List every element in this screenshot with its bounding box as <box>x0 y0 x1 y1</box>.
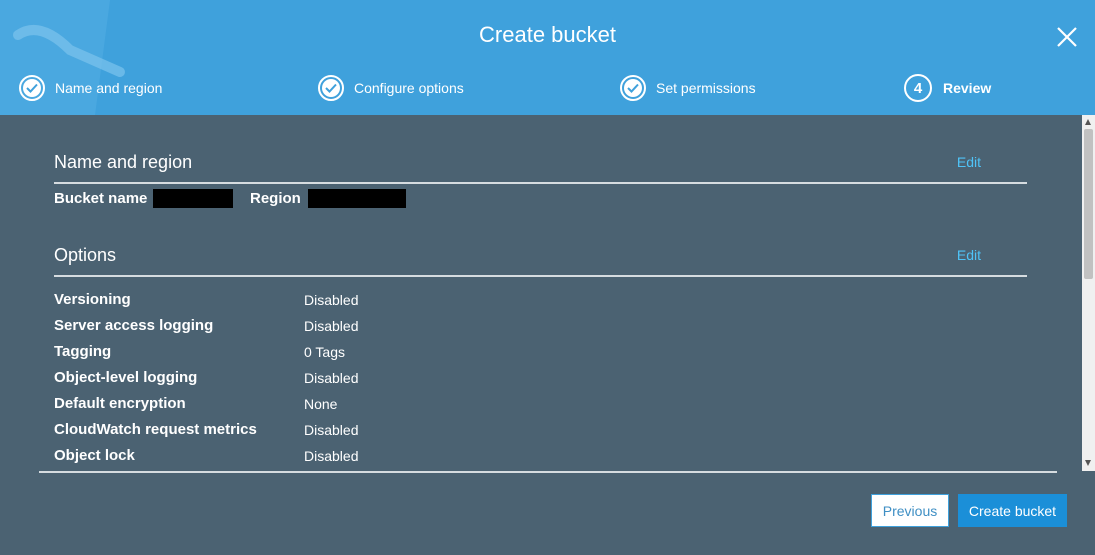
option-value: 0 Tags <box>304 344 345 360</box>
options-section-header: Options Edit <box>54 245 1027 277</box>
option-value: Disabled <box>304 448 359 464</box>
step-label: Review <box>943 80 992 96</box>
scroll-up-icon[interactable] <box>1085 119 1091 125</box>
option-value: Disabled <box>304 370 359 386</box>
check-circle-icon <box>19 75 45 101</box>
step-name-and-region[interactable]: Name and region <box>18 74 162 102</box>
scroll-thumb[interactable] <box>1084 129 1093 279</box>
option-row-cloudwatch-request-metrics: CloudWatch request metrics Disabled <box>54 421 954 441</box>
previous-button[interactable]: Previous <box>871 494 949 527</box>
option-label: Server access logging <box>54 317 214 334</box>
step-set-permissions[interactable]: Set permissions <box>619 74 756 102</box>
create-bucket-button[interactable]: Create bucket <box>958 494 1067 527</box>
step-configure-options[interactable]: Configure options <box>317 74 464 102</box>
option-label: Object-level logging <box>54 369 198 386</box>
dialog-header: Create bucket Name and region Configure … <box>0 0 1095 115</box>
step-label: Name and region <box>55 80 163 96</box>
vertical-scrollbar[interactable] <box>1082 115 1095 471</box>
option-row-object-lock: Object lock Disabled <box>54 447 954 467</box>
option-label: Versioning <box>54 291 131 308</box>
option-value: Disabled <box>304 292 359 308</box>
option-label: CloudWatch request metrics <box>54 421 257 438</box>
content-divider <box>39 471 1057 473</box>
close-icon[interactable] <box>1054 24 1080 50</box>
scroll-down-icon[interactable] <box>1085 460 1091 466</box>
dialog-title: Create bucket <box>479 22 616 47</box>
name-region-section-header: Name and region Edit <box>54 152 1027 184</box>
option-value: Disabled <box>304 318 359 334</box>
region-value-redacted <box>308 189 406 208</box>
review-content: Name and region Edit Bucket name Region … <box>0 115 1082 475</box>
option-label: Object lock <box>54 447 135 464</box>
step-number-badge: 4 <box>904 74 932 102</box>
option-value: Disabled <box>304 422 359 438</box>
option-label: Tagging <box>54 343 112 360</box>
step-label: Set permissions <box>656 80 756 96</box>
option-label: Default encryption <box>54 395 186 412</box>
step-review[interactable]: 4 Review <box>904 74 991 102</box>
check-circle-icon <box>318 75 344 101</box>
option-row-default-encryption: Default encryption None <box>54 395 954 415</box>
bucket-name-value-redacted <box>153 189 233 208</box>
option-row-tagging: Tagging 0 Tags <box>54 343 954 363</box>
section-title: Name and region <box>54 152 193 172</box>
edit-name-region-link[interactable]: Edit <box>957 154 981 170</box>
check-circle-icon <box>620 75 646 101</box>
edit-options-link[interactable]: Edit <box>957 247 981 263</box>
section-title: Options <box>54 245 117 265</box>
option-row-object-level-logging: Object-level logging Disabled <box>54 369 954 389</box>
step-label: Configure options <box>354 80 464 96</box>
option-row-server-access-logging: Server access logging Disabled <box>54 317 954 337</box>
region-label: Region <box>250 190 301 207</box>
bucket-name-label: Bucket name <box>54 190 148 207</box>
option-row-versioning: Versioning Disabled <box>54 291 954 311</box>
option-value: None <box>304 396 338 412</box>
